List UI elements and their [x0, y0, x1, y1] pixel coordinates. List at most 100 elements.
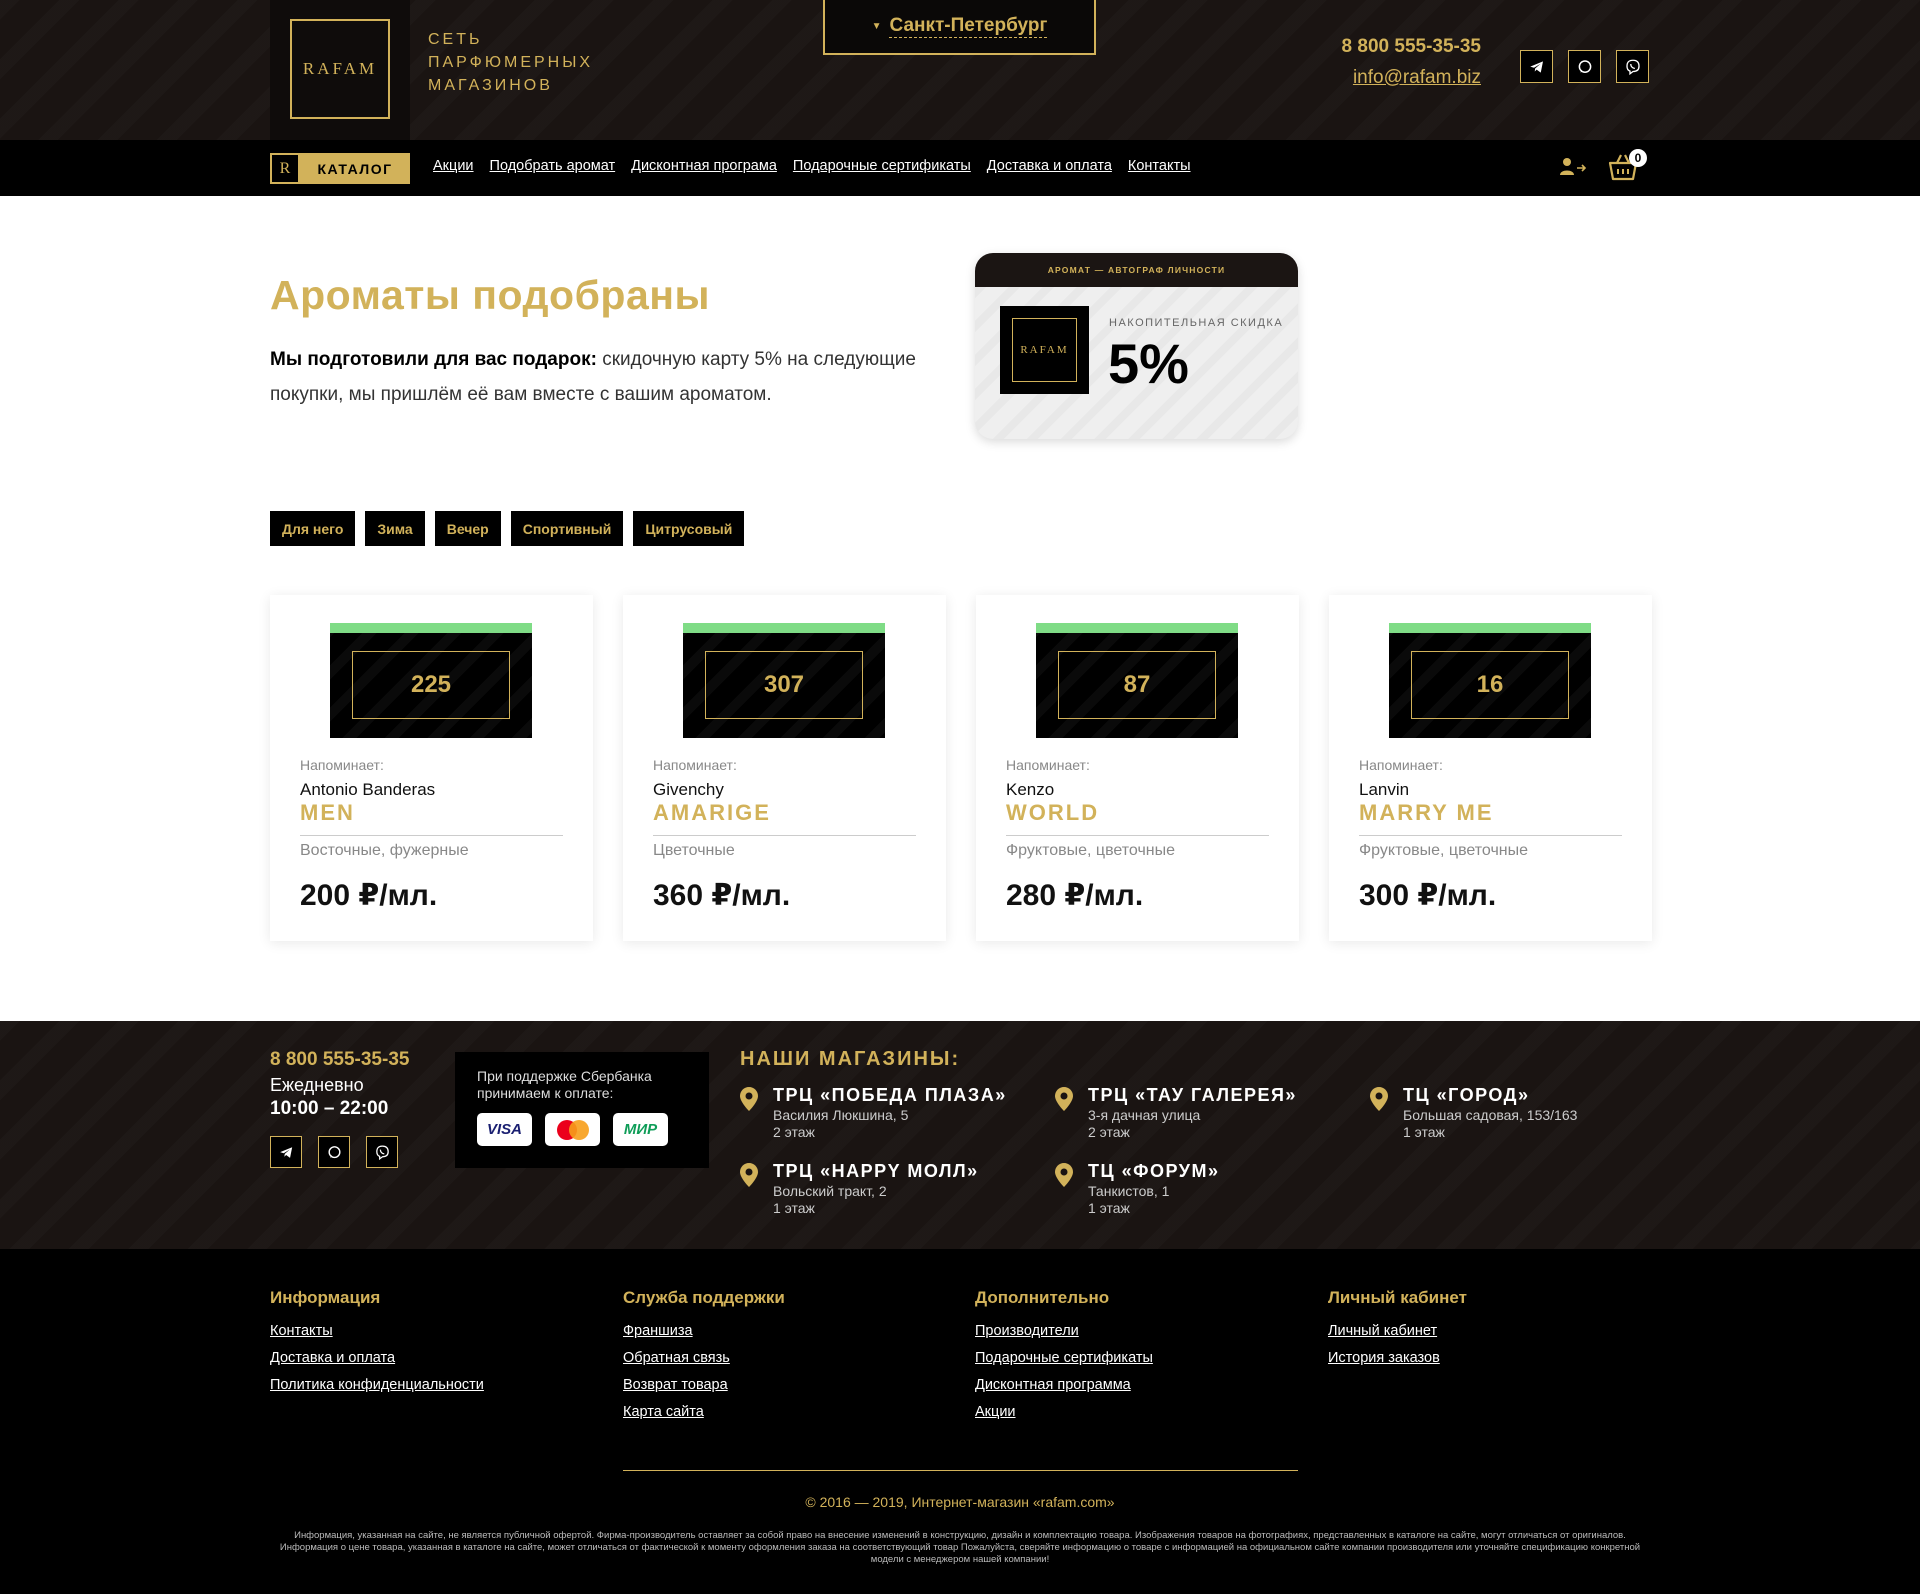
header-phone[interactable]: 8 800 555-35-35	[1300, 36, 1481, 58]
telegram-icon[interactable]	[270, 1136, 302, 1168]
tag-evening[interactable]: Вечер	[434, 511, 501, 546]
footer-column-title: Информация	[270, 1288, 381, 1307]
logo-frame[interactable]: RAFAM	[290, 19, 390, 119]
tag-winter[interactable]: Зима	[365, 511, 425, 546]
viber-icon[interactable]	[366, 1136, 398, 1168]
footer-phone[interactable]: 8 800 555-35-35	[270, 1049, 409, 1071]
store-address: Большая садовая, 153/163	[1403, 1107, 1578, 1123]
map-pin-icon	[1055, 1163, 1073, 1187]
store-name: ТРЦ «ТАУ ГАЛЕРЕЯ»	[1088, 1085, 1297, 1105]
tag-sport[interactable]: Спортивный	[510, 511, 624, 546]
product-image[interactable]: 225	[330, 623, 532, 738]
nav-link-contacts[interactable]: Контакты	[1128, 158, 1191, 174]
catalog-label: КАТАЛОГ	[317, 160, 393, 177]
product-card[interactable]: 87 Напоминает: Kenzo WORLD Фруктовые, цв…	[976, 595, 1299, 941]
product-image[interactable]: 16	[1389, 623, 1591, 738]
product-number: 87	[1058, 651, 1216, 719]
footer-link[interactable]: Франшиза	[623, 1323, 785, 1339]
caret-down-icon: ▼	[871, 21, 882, 32]
footer-link[interactable]: Акции	[975, 1404, 1153, 1420]
product-name[interactable]: WORLD	[1006, 800, 1099, 826]
footer-link[interactable]: История заказов	[1328, 1350, 1467, 1366]
footer-link[interactable]: Доставка и оплата	[270, 1350, 484, 1366]
store-floor: 1 этаж	[1403, 1124, 1445, 1140]
product-name[interactable]: MEN	[300, 800, 355, 826]
map-pin-icon	[740, 1087, 758, 1111]
discount-card-value: 5%	[1108, 332, 1189, 395]
divider	[653, 835, 916, 836]
product-image[interactable]: 87	[1036, 623, 1238, 738]
header-email[interactable]: info@rafam.biz	[1300, 67, 1481, 89]
footer-link[interactable]: Карта сайта	[623, 1404, 785, 1420]
product-price: 300 ₽/мл.	[1359, 879, 1497, 912]
nav-link-discount[interactable]: Дисконтная програма	[631, 158, 777, 174]
store-floor: 2 этаж	[773, 1124, 815, 1140]
store-address: 3-я дачная улица	[1088, 1107, 1201, 1123]
product-remind-label: Напоминает:	[300, 757, 384, 773]
footer-column-title: Дополнительно	[975, 1288, 1110, 1307]
store-name: ТРЦ «ПОБЕДА ПЛАЗА»	[773, 1085, 1007, 1105]
tag-citrus[interactable]: Цитрусовый	[633, 511, 745, 546]
telegram-icon[interactable]	[1520, 50, 1553, 83]
product-price: 280 ₽/мл.	[1006, 879, 1144, 912]
product-brand: Givenchy	[653, 780, 724, 799]
product-notes: Восточные, фужерные	[300, 842, 469, 859]
product-price: 360 ₽/мл.	[653, 879, 791, 912]
product-image[interactable]: 307	[683, 623, 885, 738]
nav-link-delivery[interactable]: Доставка и оплата	[987, 158, 1112, 174]
footer-link[interactable]: Обратная связь	[623, 1350, 785, 1366]
product-card[interactable]: 307 Напоминает: Givenchy AMARIGE Цветочн…	[623, 595, 946, 941]
footer-link[interactable]: Политика конфиденциальности	[270, 1377, 484, 1393]
map-pin-icon	[740, 1163, 758, 1187]
product-brand: Antonio Banderas	[300, 780, 436, 799]
discount-card: Аромат — автограф личности RAFAM Накопит…	[975, 253, 1298, 439]
login-icon[interactable]	[1558, 156, 1588, 178]
discount-card-logo-text: RAFAM	[1012, 318, 1077, 382]
product-notes: Фруктовые, цветочные	[1359, 842, 1529, 859]
footer-column-extra: Дополнительно Производители Подарочные с…	[975, 1288, 1153, 1431]
footer-link[interactable]: Контакты	[270, 1323, 484, 1339]
discount-card-logo: RAFAM	[1000, 306, 1089, 394]
copyright: © 2016 — 2019, Интернет-магазин «rafam.c…	[805, 1494, 1115, 1510]
footer-link[interactable]: Подарочные сертификаты	[975, 1350, 1153, 1366]
footer-link[interactable]: Возврат товара	[623, 1377, 785, 1393]
divider	[1006, 835, 1269, 836]
discount-card-label: Накопительная скидка	[1109, 317, 1284, 329]
product-remind-label: Напоминает:	[1359, 757, 1443, 773]
footer-link[interactable]: Производители	[975, 1323, 1153, 1339]
payment-box: При поддержке Сбербанка принимаем к опла…	[455, 1052, 709, 1168]
map-pin-icon	[1370, 1087, 1388, 1111]
catalog-button[interactable]: R КАТАЛОГ	[270, 153, 410, 184]
footer-column-title: Личный кабинет	[1328, 1288, 1467, 1307]
store-address: Вольский тракт, 2	[773, 1183, 887, 1199]
product-price: 200 ₽/мл.	[300, 879, 438, 912]
product-card[interactable]: 16 Напоминает: Lanvin MARRY ME Фруктовые…	[1329, 595, 1652, 941]
whatsapp-icon[interactable]	[1568, 50, 1601, 83]
viber-icon[interactable]	[1616, 50, 1649, 83]
whatsapp-icon[interactable]	[318, 1136, 350, 1168]
map-pin-icon	[1055, 1087, 1073, 1111]
product-card[interactable]: 225 Напоминает: Antonio Banderas MEN Вос…	[270, 595, 593, 941]
tag-for-him[interactable]: Для него	[270, 511, 356, 546]
footer-link[interactable]: Дисконтная программа	[975, 1377, 1153, 1393]
product-name[interactable]: AMARIGE	[653, 800, 771, 826]
nav-link-promos[interactable]: Акции	[433, 158, 474, 174]
divider	[1359, 835, 1622, 836]
mir-icon: МИР	[613, 1113, 668, 1146]
nav-link-gift-cards[interactable]: Подарочные сертификаты	[793, 158, 971, 174]
product-number: 307	[705, 651, 863, 719]
product-number: 225	[352, 651, 510, 719]
product-notes: Фруктовые, цветочные	[1006, 842, 1176, 859]
store-floor: 1 этаж	[773, 1200, 815, 1216]
store-floor: 1 этаж	[1088, 1200, 1130, 1216]
product-stripe	[1389, 623, 1591, 633]
nav-link-pick-scent[interactable]: Подобрать аромат	[490, 158, 616, 174]
city-selector[interactable]: ▼ Санкт-Петербург	[823, 0, 1096, 55]
store-address: Танкистов, 1	[1088, 1183, 1170, 1199]
footer-link[interactable]: Личный кабинет	[1328, 1323, 1467, 1339]
divider	[300, 835, 563, 836]
tag-list: Для него Зима Вечер Спортивный Цитрусовы…	[270, 511, 745, 546]
product-name[interactable]: MARRY ME	[1359, 800, 1494, 826]
tagline: Сеть парфюмерных магазинов	[428, 31, 594, 94]
footer-hours: 10:00 – 22:00	[270, 1098, 389, 1119]
